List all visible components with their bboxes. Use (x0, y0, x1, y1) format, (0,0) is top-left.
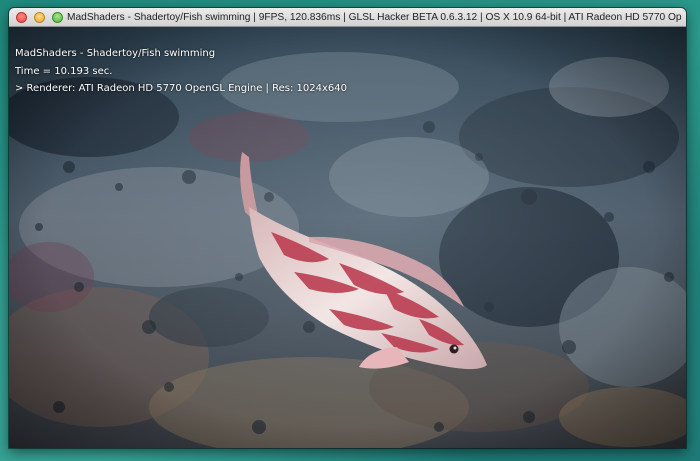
close-window-icon[interactable] (16, 12, 27, 23)
hud-time: Time = 10.193 sec. (15, 65, 113, 77)
title-bar[interactable]: MadShaders - Shadertoy/Fish swimming | 9… (9, 8, 686, 27)
window-title: MadShaders - Shadertoy/Fish swimming | 9… (67, 12, 682, 23)
render-viewport[interactable]: MadShaders - Shadertoy/Fish swimming Tim… (9, 27, 686, 448)
zoom-window-icon[interactable] (52, 12, 63, 23)
minimize-window-icon[interactable] (34, 12, 45, 23)
hud-overlay: MadShaders - Shadertoy/Fish swimming Tim… (15, 45, 347, 98)
app-window[interactable]: MadShaders - Shadertoy/Fish swimming | 9… (9, 8, 686, 448)
hud-renderer: > Renderer: ATI Radeon HD 5770 OpenGL En… (15, 83, 347, 94)
hud-title: MadShaders - Shadertoy/Fish swimming (15, 48, 216, 59)
